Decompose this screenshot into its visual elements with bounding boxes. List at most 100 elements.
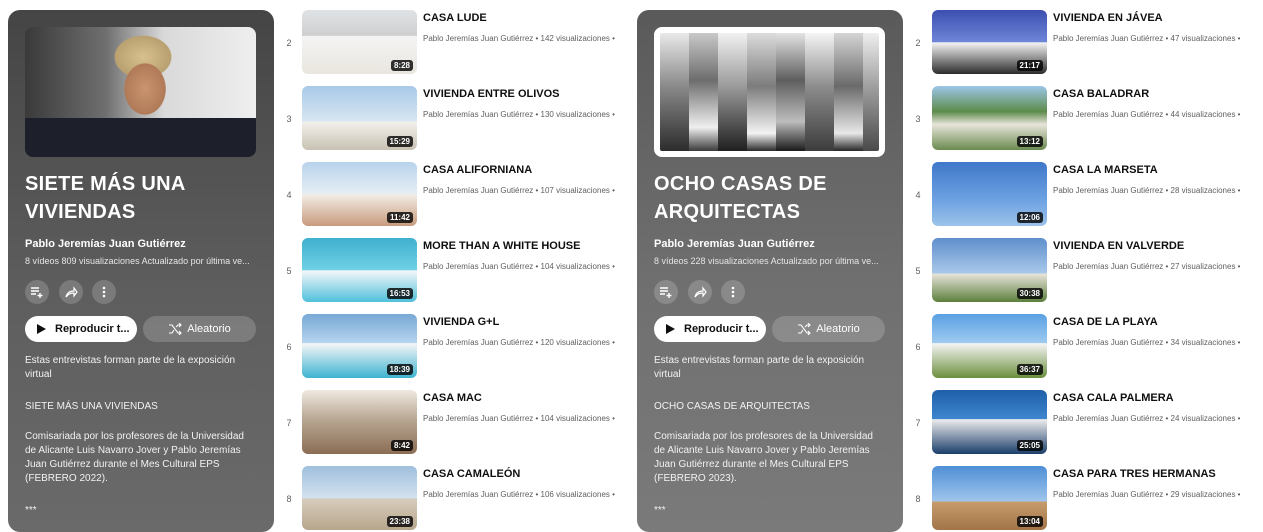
video-title[interactable]: VIVIENDA G+L [423,316,499,328]
video-meta: Pablo Jeremías Juan Gutiérrez • 28 visua… [1053,186,1241,195]
video-title[interactable]: CASA DE LA PLAYA [1053,316,1158,328]
video-meta: Pablo Jeremías Juan Gutiérrez • 44 visua… [1053,110,1241,119]
video-thumbnail[interactable]: 15:29 [302,86,417,150]
add-to-queue-button[interactable] [654,280,678,304]
add-to-queue-button[interactable] [25,280,49,304]
video-thumbnail[interactable]: 18:39 [302,314,417,378]
video-title[interactable]: CASA LUDE [423,12,487,24]
video-meta: Pablo Jeremías Juan Gutiérrez • 29 visua… [1053,490,1241,499]
playlist-description-separator: *** [25,505,37,516]
playlist-title: OCHO CASAS DE ARQUITECTAS [654,173,827,223]
video-thumbnail[interactable]: 30:38 [932,238,1047,302]
video-index: 4 [915,190,921,200]
playlist-description-title: SIETE MÁS UNA VIVIENDAS [25,401,158,412]
video-thumbnail[interactable]: 13:04 [932,466,1047,530]
playlist-title: SIETE MÁS UNA VIVIENDAS [25,173,186,223]
video-meta: Pablo Jeremías Juan Gutiérrez • 107 visu… [423,186,615,195]
video-title[interactable]: CASA PARA TRES HERMANAS [1053,468,1216,480]
video-title[interactable]: CASA ALIFORNIANA [423,164,532,176]
video-thumbnail[interactable]: 23:38 [302,466,417,530]
video-duration: 13:12 [1016,136,1043,147]
video-duration: 30:38 [1016,288,1043,299]
video-duration: 13:04 [1016,516,1043,527]
video-thumbnail[interactable]: 25:05 [932,390,1047,454]
video-index: 6 [286,342,292,352]
video-thumbnail[interactable]: 21:17 [932,10,1047,74]
video-index: 3 [286,114,292,124]
video-thumbnail[interactable]: 8:42 [302,390,417,454]
playlist-description-intro: Estas entrevistas forman parte de la exp… [25,355,236,380]
playlist-description-title: OCHO CASAS DE ARQUITECTAS [654,401,810,412]
video-thumbnail[interactable]: 16:53 [302,238,417,302]
playlist-description-separator: *** [654,505,666,516]
video-thumbnail[interactable]: 13:12 [932,86,1047,150]
video-duration: 11:42 [386,212,413,223]
share-button[interactable] [688,280,712,304]
video-duration: 15:29 [386,136,413,147]
video-title[interactable]: CASA CAMALEÓN [423,468,520,480]
video-duration: 23:38 [386,516,413,527]
video-meta: Pablo Jeremías Juan Gutiérrez • 27 visua… [1053,262,1241,271]
video-thumbnail[interactable]: 8:28 [302,10,417,74]
more-vert-icon [731,286,735,298]
more-vert-icon [102,286,106,298]
video-meta: Pablo Jeremías Juan Gutiérrez • 106 visu… [423,490,615,499]
video-duration: 18:39 [386,364,413,375]
shuffle-icon [169,323,183,335]
more-options-button[interactable] [721,280,745,304]
video-meta: Pablo Jeremías Juan Gutiérrez • 120 visu… [423,338,615,347]
playlist-cover-image[interactable] [25,27,256,157]
play-all-label: Reproducir t... [55,323,130,335]
video-index: 4 [286,190,292,200]
video-duration: 12:06 [1016,212,1043,223]
video-index: 3 [915,114,921,124]
playlist-description-credits: Comisariada por los profesores de la Uni… [654,431,873,484]
play-icon [37,324,46,334]
share-button[interactable] [59,280,83,304]
playlist-description-intro: Estas entrevistas forman parte de la exp… [654,355,865,380]
more-options-button[interactable] [92,280,116,304]
video-duration: 36:37 [1016,364,1043,375]
play-all-button[interactable]: Reproducir t... [654,316,766,342]
video-thumbnail[interactable]: 36:37 [932,314,1047,378]
video-meta: Pablo Jeremías Juan Gutiérrez • 24 visua… [1053,414,1241,423]
playlist-header-panel: SIETE MÁS UNA VIVIENDAS Pablo Jeremías J… [8,10,274,532]
playlist-owner[interactable]: Pablo Jeremías Juan Gutiérrez [654,238,815,250]
add-to-queue-icon [660,287,672,298]
video-title[interactable]: CASA LA MARSETA [1053,164,1158,176]
video-title[interactable]: CASA MAC [423,392,482,404]
share-icon [65,286,78,298]
video-duration: 8:42 [390,440,413,451]
play-icon [666,324,675,334]
playlist-cover-image[interactable] [654,27,885,157]
video-index: 2 [915,38,921,48]
video-meta: Pablo Jeremías Juan Gutiérrez • 104 visu… [423,414,615,423]
playlist-owner[interactable]: Pablo Jeremías Juan Gutiérrez [25,238,186,250]
video-duration: 8:28 [390,60,413,71]
playlist-header-panel: OCHO CASAS DE ARQUITECTAS Pablo Jeremías… [637,10,903,532]
video-title[interactable]: VIVIENDA ENTRE OLIVOS [423,88,560,100]
video-meta: Pablo Jeremías Juan Gutiérrez • 47 visua… [1053,34,1241,43]
play-all-button[interactable]: Reproducir t... [25,316,137,342]
video-index: 7 [286,418,292,428]
shuffle-button[interactable]: Aleatorio [143,316,256,342]
video-thumbnail[interactable]: 11:42 [302,162,417,226]
add-to-queue-icon [31,287,43,298]
video-title[interactable]: MORE THAN A WHITE HOUSE [423,240,580,252]
video-index: 8 [286,494,292,504]
playlist-description-credits: Comisariada por los profesores de la Uni… [25,431,244,484]
video-thumbnail[interactable]: 12:06 [932,162,1047,226]
video-index: 5 [286,266,292,276]
video-title[interactable]: VIVIENDA EN JÁVEA [1053,12,1163,24]
video-title[interactable]: VIVIENDA EN VALVERDE [1053,240,1184,252]
video-index: 2 [286,38,292,48]
video-title[interactable]: CASA BALADRAR [1053,88,1149,100]
video-index: 5 [915,266,921,276]
playlist-meta: 8 vídeos 228 visualizaciones Actualizado… [654,256,879,266]
video-title[interactable]: CASA CALA PALMERA [1053,392,1174,404]
play-all-label: Reproducir t... [684,323,759,335]
video-duration: 21:17 [1016,60,1043,71]
shuffle-icon [798,323,812,335]
video-duration: 16:53 [386,288,413,299]
shuffle-button[interactable]: Aleatorio [772,316,885,342]
